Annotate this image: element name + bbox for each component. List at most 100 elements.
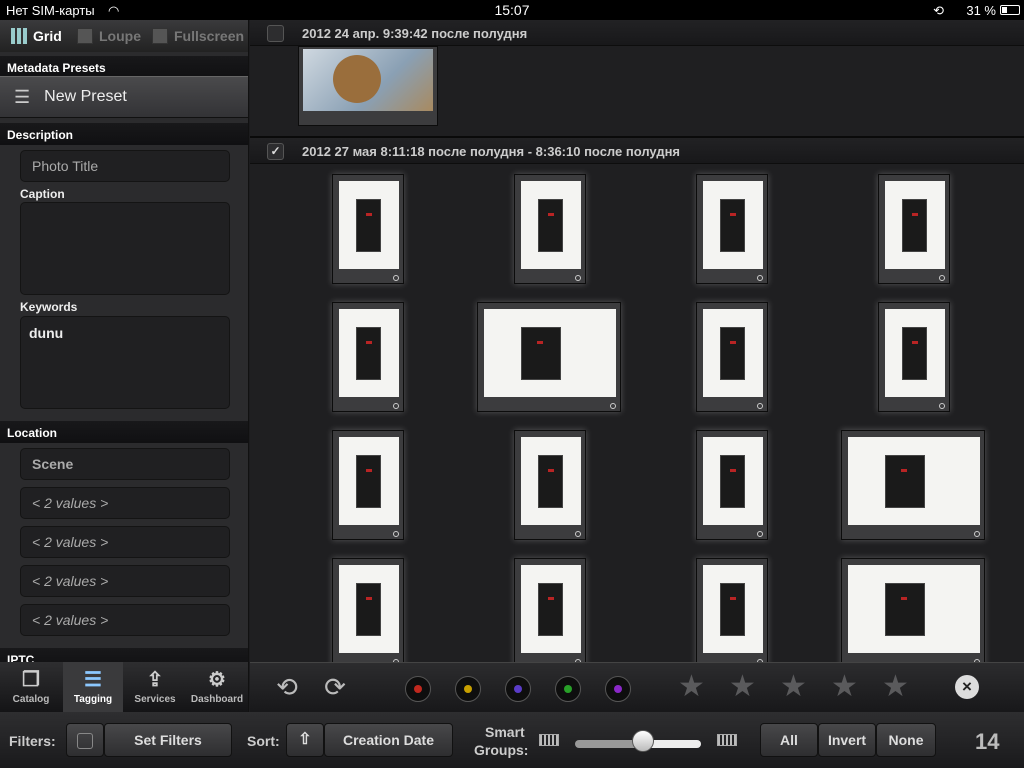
photo-image: [339, 565, 399, 653]
scene-field[interactable]: Scene: [20, 448, 230, 480]
photo-image: [339, 437, 399, 525]
photo-thumbnail[interactable]: [298, 46, 438, 126]
color-label-swatch: [514, 685, 522, 693]
photo-thumbnail[interactable]: [696, 174, 768, 284]
photo-thumbnail[interactable]: [841, 430, 985, 540]
group-header[interactable]: 2012 24 апр. 9:39:42 после полудня: [250, 20, 1024, 46]
photo-thumbnail[interactable]: [696, 558, 768, 662]
catalog-icon: ❐: [22, 669, 40, 691]
select-all-button[interactable]: All: [760, 723, 818, 757]
set-filters-button[interactable]: Set Filters: [104, 723, 232, 757]
tab-dashboard[interactable]: ⚙ Dashboard: [187, 662, 247, 712]
clear-rating-button[interactable]: ×: [955, 675, 979, 699]
metadata-badge-icon: [757, 531, 763, 537]
color-label-button[interactable]: [455, 676, 481, 702]
invert-selection-button[interactable]: Invert: [818, 723, 876, 757]
photo-image: [885, 309, 945, 397]
photo-thumbnail[interactable]: [514, 558, 586, 662]
tab-services[interactable]: ⇪ Services: [125, 662, 185, 712]
photo-title-field[interactable]: Photo Title: [20, 150, 230, 182]
loupe-icon: [77, 28, 93, 44]
color-label-button[interactable]: [605, 676, 631, 702]
metadata-badge-icon: [393, 403, 399, 409]
metadata-badge-icon: [610, 403, 616, 409]
select-none-button[interactable]: None: [876, 723, 936, 757]
photo-thumbnail[interactable]: [696, 430, 768, 540]
group-checkbox[interactable]: [267, 25, 284, 42]
filters-label: Filters:: [9, 733, 56, 749]
rotate-right-icon[interactable]: ⟳: [320, 673, 350, 701]
new-preset-button[interactable]: ☰ New Preset: [0, 76, 248, 118]
battery-percent: 31 %: [966, 3, 996, 18]
photo-image: [303, 49, 433, 111]
product-box: [538, 583, 563, 636]
star-icon[interactable]: ★: [729, 671, 756, 703]
rotation-lock-icon: ⟲: [933, 3, 944, 18]
list-icon: ☰: [14, 86, 31, 107]
product-box: [356, 455, 381, 508]
location-field[interactable]: < 2 values >: [20, 487, 230, 519]
product-box: [885, 455, 925, 508]
color-label-button[interactable]: [505, 676, 531, 702]
smart-groups-slider-knob[interactable]: [632, 730, 654, 752]
sort-direction-button[interactable]: ⇧: [286, 723, 324, 757]
product-box: [885, 583, 925, 636]
location-field[interactable]: < 2 values >: [20, 526, 230, 558]
metadata-badge-icon: [939, 275, 945, 281]
metadata-badge-icon: [757, 275, 763, 281]
photo-thumbnail[interactable]: [878, 302, 950, 412]
photo-image: [703, 565, 763, 653]
photo-thumbnail[interactable]: [878, 174, 950, 284]
star-icon[interactable]: ★: [678, 671, 705, 703]
product-box: [720, 583, 745, 636]
group-header[interactable]: ✓ 2012 27 мая 8:11:18 после полудня - 8:…: [250, 138, 1024, 164]
metadata-badge-icon: [575, 531, 581, 537]
group-checkbox[interactable]: ✓: [267, 143, 284, 160]
photo-image: [703, 309, 763, 397]
photo-thumbnail[interactable]: [477, 302, 621, 412]
more-groups-icon: [717, 734, 737, 746]
photo-thumbnail[interactable]: [332, 302, 404, 412]
tab-catalog[interactable]: ❐ Catalog: [1, 662, 61, 712]
photo-grid[interactable]: 2012 24 апр. 9:39:42 после полудня ✓ 201…: [250, 20, 1024, 662]
metadata-badge-icon: [757, 403, 763, 409]
photo-thumbnail[interactable]: [332, 174, 404, 284]
tab-tagging[interactable]: ☰ Tagging: [63, 662, 123, 712]
product-box: [538, 455, 563, 508]
photo-image: [885, 181, 945, 269]
photo-thumbnail[interactable]: [332, 430, 404, 540]
photo-thumbnail[interactable]: [696, 302, 768, 412]
loupe-mode-button[interactable]: Loupe: [77, 28, 141, 44]
section-header-description: Description: [0, 123, 248, 145]
star-icon[interactable]: ★: [780, 671, 807, 703]
location-field[interactable]: < 2 values >: [20, 604, 230, 636]
status-bar: Нет SIM-карты ◠ 15:07 ⟲ 31 %: [0, 0, 1024, 20]
color-label-button[interactable]: [555, 676, 581, 702]
star-icon[interactable]: ★: [831, 671, 858, 703]
location-field[interactable]: < 2 values >: [20, 565, 230, 597]
color-label-swatch: [414, 685, 422, 693]
star-icon[interactable]: ★: [882, 671, 909, 703]
photo-thumbnail[interactable]: [514, 430, 586, 540]
fullscreen-icon: [152, 28, 168, 44]
keywords-field[interactable]: dunu: [20, 316, 230, 409]
color-label-swatch: [464, 685, 472, 693]
photo-thumbnail[interactable]: [332, 558, 404, 662]
filter-toggle[interactable]: [66, 723, 104, 757]
group-title: 2012 24 апр. 9:39:42 после полудня: [302, 26, 528, 41]
tab-catalog-label: Catalog: [12, 694, 50, 705]
photo-thumbnail[interactable]: [514, 174, 586, 284]
smart-groups-label: Groups:: [474, 742, 529, 758]
photo-thumbnail[interactable]: [841, 558, 985, 662]
rotate-left-icon[interactable]: ⟲: [272, 673, 302, 701]
photo-image: [339, 181, 399, 269]
product-box: [720, 199, 745, 252]
fullscreen-mode-button[interactable]: Fullscreen: [152, 28, 244, 44]
caption-field[interactable]: [20, 202, 230, 295]
color-label-button[interactable]: [405, 676, 431, 702]
tab-services-label: Services: [134, 694, 176, 705]
photo-count: 14: [975, 729, 1000, 754]
sort-field-button[interactable]: Creation Date: [324, 723, 453, 757]
grid-mode-button[interactable]: Grid: [11, 28, 62, 44]
share-icon: ⇪: [146, 669, 164, 691]
